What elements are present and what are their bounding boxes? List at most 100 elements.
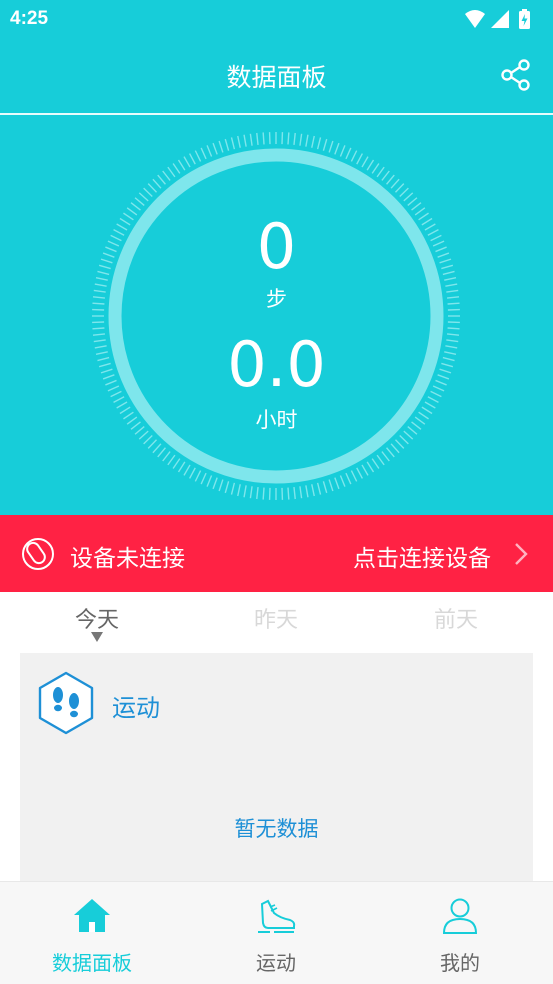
dial-tick — [207, 145, 211, 156]
dial-tick — [148, 440, 156, 449]
nav-item-dashboard[interactable]: 数据面板 — [0, 882, 184, 984]
dial-tick — [382, 171, 389, 180]
dial-tick — [184, 157, 190, 167]
dial-tick — [346, 148, 351, 159]
dial-tick — [178, 160, 184, 170]
dial-tick — [244, 135, 246, 147]
dial-tick — [335, 143, 339, 154]
connect-device-link[interactable]: 点击连接设备 — [353, 539, 491, 573]
status-time: 4:25 — [10, 8, 48, 30]
dial-tick — [144, 188, 153, 196]
dial-tick — [213, 143, 217, 154]
dial-tick — [168, 455, 175, 465]
dial-tick — [219, 480, 223, 491]
dial-tick — [318, 137, 321, 149]
tab-today[interactable]: 今天 — [27, 602, 167, 634]
dial-tick — [318, 483, 321, 495]
status-icons — [463, 8, 543, 30]
dial-tick — [250, 486, 252, 498]
dial-tick — [357, 154, 363, 165]
dial-ticks — [92, 132, 460, 500]
dial-tick — [257, 133, 258, 145]
dial-tick — [382, 452, 389, 461]
dial-tick — [400, 435, 409, 443]
connect-device-banner[interactable]: 设备未连接 点击连接设备 — [0, 515, 553, 592]
nav-item-me[interactable]: 我的 — [368, 882, 552, 984]
dial-tick — [387, 448, 395, 457]
signal-icon — [491, 10, 509, 28]
dial-tick — [148, 184, 156, 193]
dial-tick — [158, 175, 166, 184]
dial-tick — [288, 488, 289, 500]
dial-tick — [225, 481, 228, 493]
shoe-icon — [256, 896, 296, 936]
tab-day-before[interactable]: 前天 — [386, 602, 526, 634]
nav-label-dashboard: 数据面板 — [0, 947, 184, 976]
sport-card[interactable]: 运动 暂无数据 — [20, 653, 533, 881]
dial-tick — [351, 151, 356, 162]
footprints-icon — [37, 671, 95, 735]
dial-tick — [163, 171, 170, 180]
dial-tick — [362, 465, 368, 475]
nav-item-sport[interactable]: 运动 — [184, 882, 368, 984]
dial-tick — [178, 462, 184, 472]
dial-tick — [244, 485, 246, 497]
dial-tick — [153, 444, 161, 453]
bottom-nav: 数据面板 运动 我的 — [0, 881, 553, 984]
dial-tick — [306, 485, 308, 497]
dial-tick — [329, 480, 333, 491]
dial-tick — [153, 179, 161, 188]
dial-tick — [351, 471, 356, 482]
dial-tick — [263, 488, 264, 500]
dial-tick — [231, 137, 234, 149]
dial-tick — [387, 175, 395, 184]
dial-tick — [312, 136, 314, 148]
dial-tick — [300, 486, 302, 498]
dial-tick — [400, 188, 409, 196]
dial-ring — [0, 115, 553, 515]
dial-tick — [391, 444, 399, 453]
chevron-right-icon[interactable] — [514, 542, 528, 566]
person-icon — [440, 896, 480, 936]
dial-tick — [184, 465, 190, 475]
dial-tick — [294, 487, 295, 499]
dial-tick — [195, 151, 200, 162]
nav-label-sport: 运动 — [184, 947, 368, 976]
dial-tick — [395, 440, 403, 449]
dial-tick — [201, 148, 206, 159]
dial-tick — [225, 139, 228, 151]
dial-tick — [300, 134, 302, 146]
app-bar: 数据面板 — [0, 38, 553, 114]
card-title: 运动 — [112, 688, 160, 723]
hours-unit: 小时 — [0, 404, 553, 434]
dial-tick — [357, 468, 363, 479]
dial-tick — [335, 478, 339, 489]
device-status-text: 设备未连接 — [70, 539, 185, 573]
share-icon[interactable] — [499, 58, 533, 92]
steps-unit: 步 — [0, 283, 553, 313]
dial-tick — [207, 475, 211, 486]
dial-tick — [323, 481, 326, 493]
dial-tick — [190, 154, 196, 165]
dial-tick — [346, 473, 351, 484]
page-title: 数据面板 — [0, 58, 553, 94]
dial-tick — [408, 198, 417, 206]
dial-tick — [250, 134, 252, 146]
dial-tick — [257, 487, 258, 499]
dial-panel: 0 步 0.0 小时 — [0, 115, 553, 515]
home-icon — [72, 896, 112, 936]
dial-tick — [362, 157, 368, 167]
dial-tick — [323, 139, 326, 151]
wifi-icon — [465, 10, 485, 28]
dial-tick — [168, 167, 175, 177]
dial-tick — [158, 448, 166, 457]
dial-tick — [263, 132, 264, 144]
dial-tick — [329, 141, 333, 152]
dial-tick — [312, 484, 314, 496]
nav-label-me: 我的 — [368, 947, 552, 976]
dial-tick — [131, 203, 140, 210]
status-bar: 4:25 — [0, 0, 553, 38]
tab-yesterday[interactable]: 昨天 — [206, 602, 346, 634]
dial-tick — [372, 459, 379, 469]
dial-tick — [404, 193, 413, 201]
